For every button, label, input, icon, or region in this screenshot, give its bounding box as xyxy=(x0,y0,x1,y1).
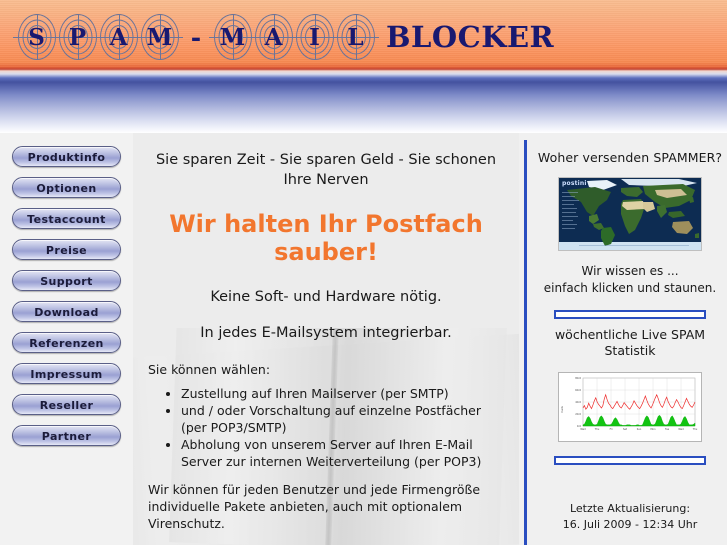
spam-stats-title-line2: Statistik xyxy=(604,343,656,359)
svg-text:Thu: Thu xyxy=(693,428,698,431)
page-body: Produktinfo Optionen Testaccount Preise … xyxy=(0,133,727,545)
main-content: Sie sparen Zeit - Sie sparen Geld - Sie … xyxy=(133,133,519,545)
section-divider-bottom xyxy=(554,455,706,465)
spam-stats-title-line1: wöchentliche Live SPAM xyxy=(554,327,706,343)
list-item: und / oder Vorschaltung auf einzelne Pos… xyxy=(181,403,505,436)
world-map-thumbnail[interactable]: postini xyxy=(558,177,702,251)
options-label: Sie können wählen: xyxy=(148,361,271,377)
last-update-value: 16. Juli 2009 - 12:34 Uhr xyxy=(562,517,698,531)
site-header: S P A M - M A I L BLOCKER xyxy=(0,0,727,133)
last-update: Letzte Aktualisierung: 16. Juli 2009 - 1… xyxy=(533,501,727,533)
sidebar-item-referenzen[interactable]: Referenzen xyxy=(12,332,121,353)
logo-letter-glyph: A xyxy=(109,23,128,51)
sidebar-item-testaccount[interactable]: Testaccount xyxy=(12,208,121,229)
site-logo: S P A M - M A I L BLOCKER xyxy=(13,14,555,60)
map-caption-line1: Wir wissen es ... xyxy=(581,264,679,278)
svg-text:Thu: Thu xyxy=(595,428,600,431)
logo-letter-target: A xyxy=(250,14,297,60)
svg-text:Fri: Fri xyxy=(610,428,613,431)
logo-letter-target: M xyxy=(209,14,256,60)
sidebar-nav: Produktinfo Optionen Testaccount Preise … xyxy=(0,133,133,545)
spammer-origin-title: Woher versenden SPAMMER? xyxy=(537,150,723,165)
last-update-label: Letzte Aktualisierung: xyxy=(569,501,691,515)
right-column: Woher versenden SPAMMER? postini Wir wis… xyxy=(519,133,727,545)
logo-letter-glyph: I xyxy=(309,23,320,51)
logo-letter-glyph: S xyxy=(28,23,45,51)
lead-text: Sie sparen Zeit - Sie sparen Geld - Sie … xyxy=(155,152,497,188)
vertical-divider xyxy=(524,140,527,545)
logo-letter-glyph: P xyxy=(68,23,87,51)
svg-text:Tue: Tue xyxy=(665,428,670,431)
subline-integration: In jedes E-Mailsystem integrierbar. xyxy=(200,324,452,341)
list-item: Abholung von unserem Server auf Ihren E-… xyxy=(181,437,505,470)
closing-text: Wir können für jeden Benutzer und jede F… xyxy=(148,482,481,531)
svg-text:Sun: Sun xyxy=(637,428,642,431)
svg-text:Sat: Sat xyxy=(623,428,627,431)
logo-letter-target: I xyxy=(291,14,338,60)
page-headline: Wir halten Ihr Postfach sauber! xyxy=(169,210,483,267)
spam-stats-title: wöchentliche Live SPAM Statistik xyxy=(533,327,727,360)
map-caption: Wir wissen es ... einfach klicken und st… xyxy=(533,263,727,296)
logo-letter-glyph: A xyxy=(264,23,283,51)
logo-letter-glyph: M xyxy=(146,23,173,51)
svg-text:40.0: 40.0 xyxy=(575,400,581,404)
logo-letter-target: S xyxy=(13,14,60,60)
map-caption-line2: einfach klicken und staunen. xyxy=(543,280,717,295)
sidebar-item-optionen[interactable]: Optionen xyxy=(12,177,121,198)
logo-letter-target: L xyxy=(332,14,379,60)
sidebar-item-impressum[interactable]: Impressum xyxy=(12,363,121,384)
svg-text:20.0: 20.0 xyxy=(575,412,581,416)
sidebar-item-produktinfo[interactable]: Produktinfo xyxy=(12,146,121,167)
svg-text:Mon: Mon xyxy=(650,428,656,431)
sidebar-item-support[interactable]: Support xyxy=(12,270,121,291)
sidebar-item-partner[interactable]: Partner xyxy=(12,425,121,446)
sidebar-item-download[interactable]: Download xyxy=(12,301,121,322)
svg-text:60.0: 60.0 xyxy=(575,388,581,392)
svg-text:Wed: Wed xyxy=(580,428,586,431)
options-list: Zustellung auf Ihren Mailserver (per SMT… xyxy=(147,386,505,471)
svg-text:Wed: Wed xyxy=(678,428,684,431)
svg-text:mails: mails xyxy=(560,405,564,413)
svg-text:80.0: 80.0 xyxy=(575,376,581,380)
subline-hardware: Keine Soft- und Hardware nötig. xyxy=(210,288,442,305)
spam-statistics-chart[interactable]: 80.0 60.0 40.0 20.0 0.0 mails Wed Thu Fri Sat Su… xyxy=(558,371,702,442)
logo-dash: - xyxy=(190,22,202,52)
logo-letter-glyph: L xyxy=(347,23,364,51)
logo-letter-target: M xyxy=(136,14,183,60)
list-item: Zustellung auf Ihren Mailserver (per SMT… xyxy=(181,386,505,403)
logo-wordmark: BLOCKER xyxy=(386,20,555,54)
logo-letter-target: A xyxy=(95,14,142,60)
logo-letter-target: P xyxy=(54,14,101,60)
sidebar-item-preise[interactable]: Preise xyxy=(12,239,121,260)
postini-logo-label: postini xyxy=(562,180,587,187)
logo-letter-glyph: M xyxy=(219,23,246,51)
section-divider-top xyxy=(554,310,706,320)
sidebar-item-reseller[interactable]: Reseller xyxy=(12,394,121,415)
